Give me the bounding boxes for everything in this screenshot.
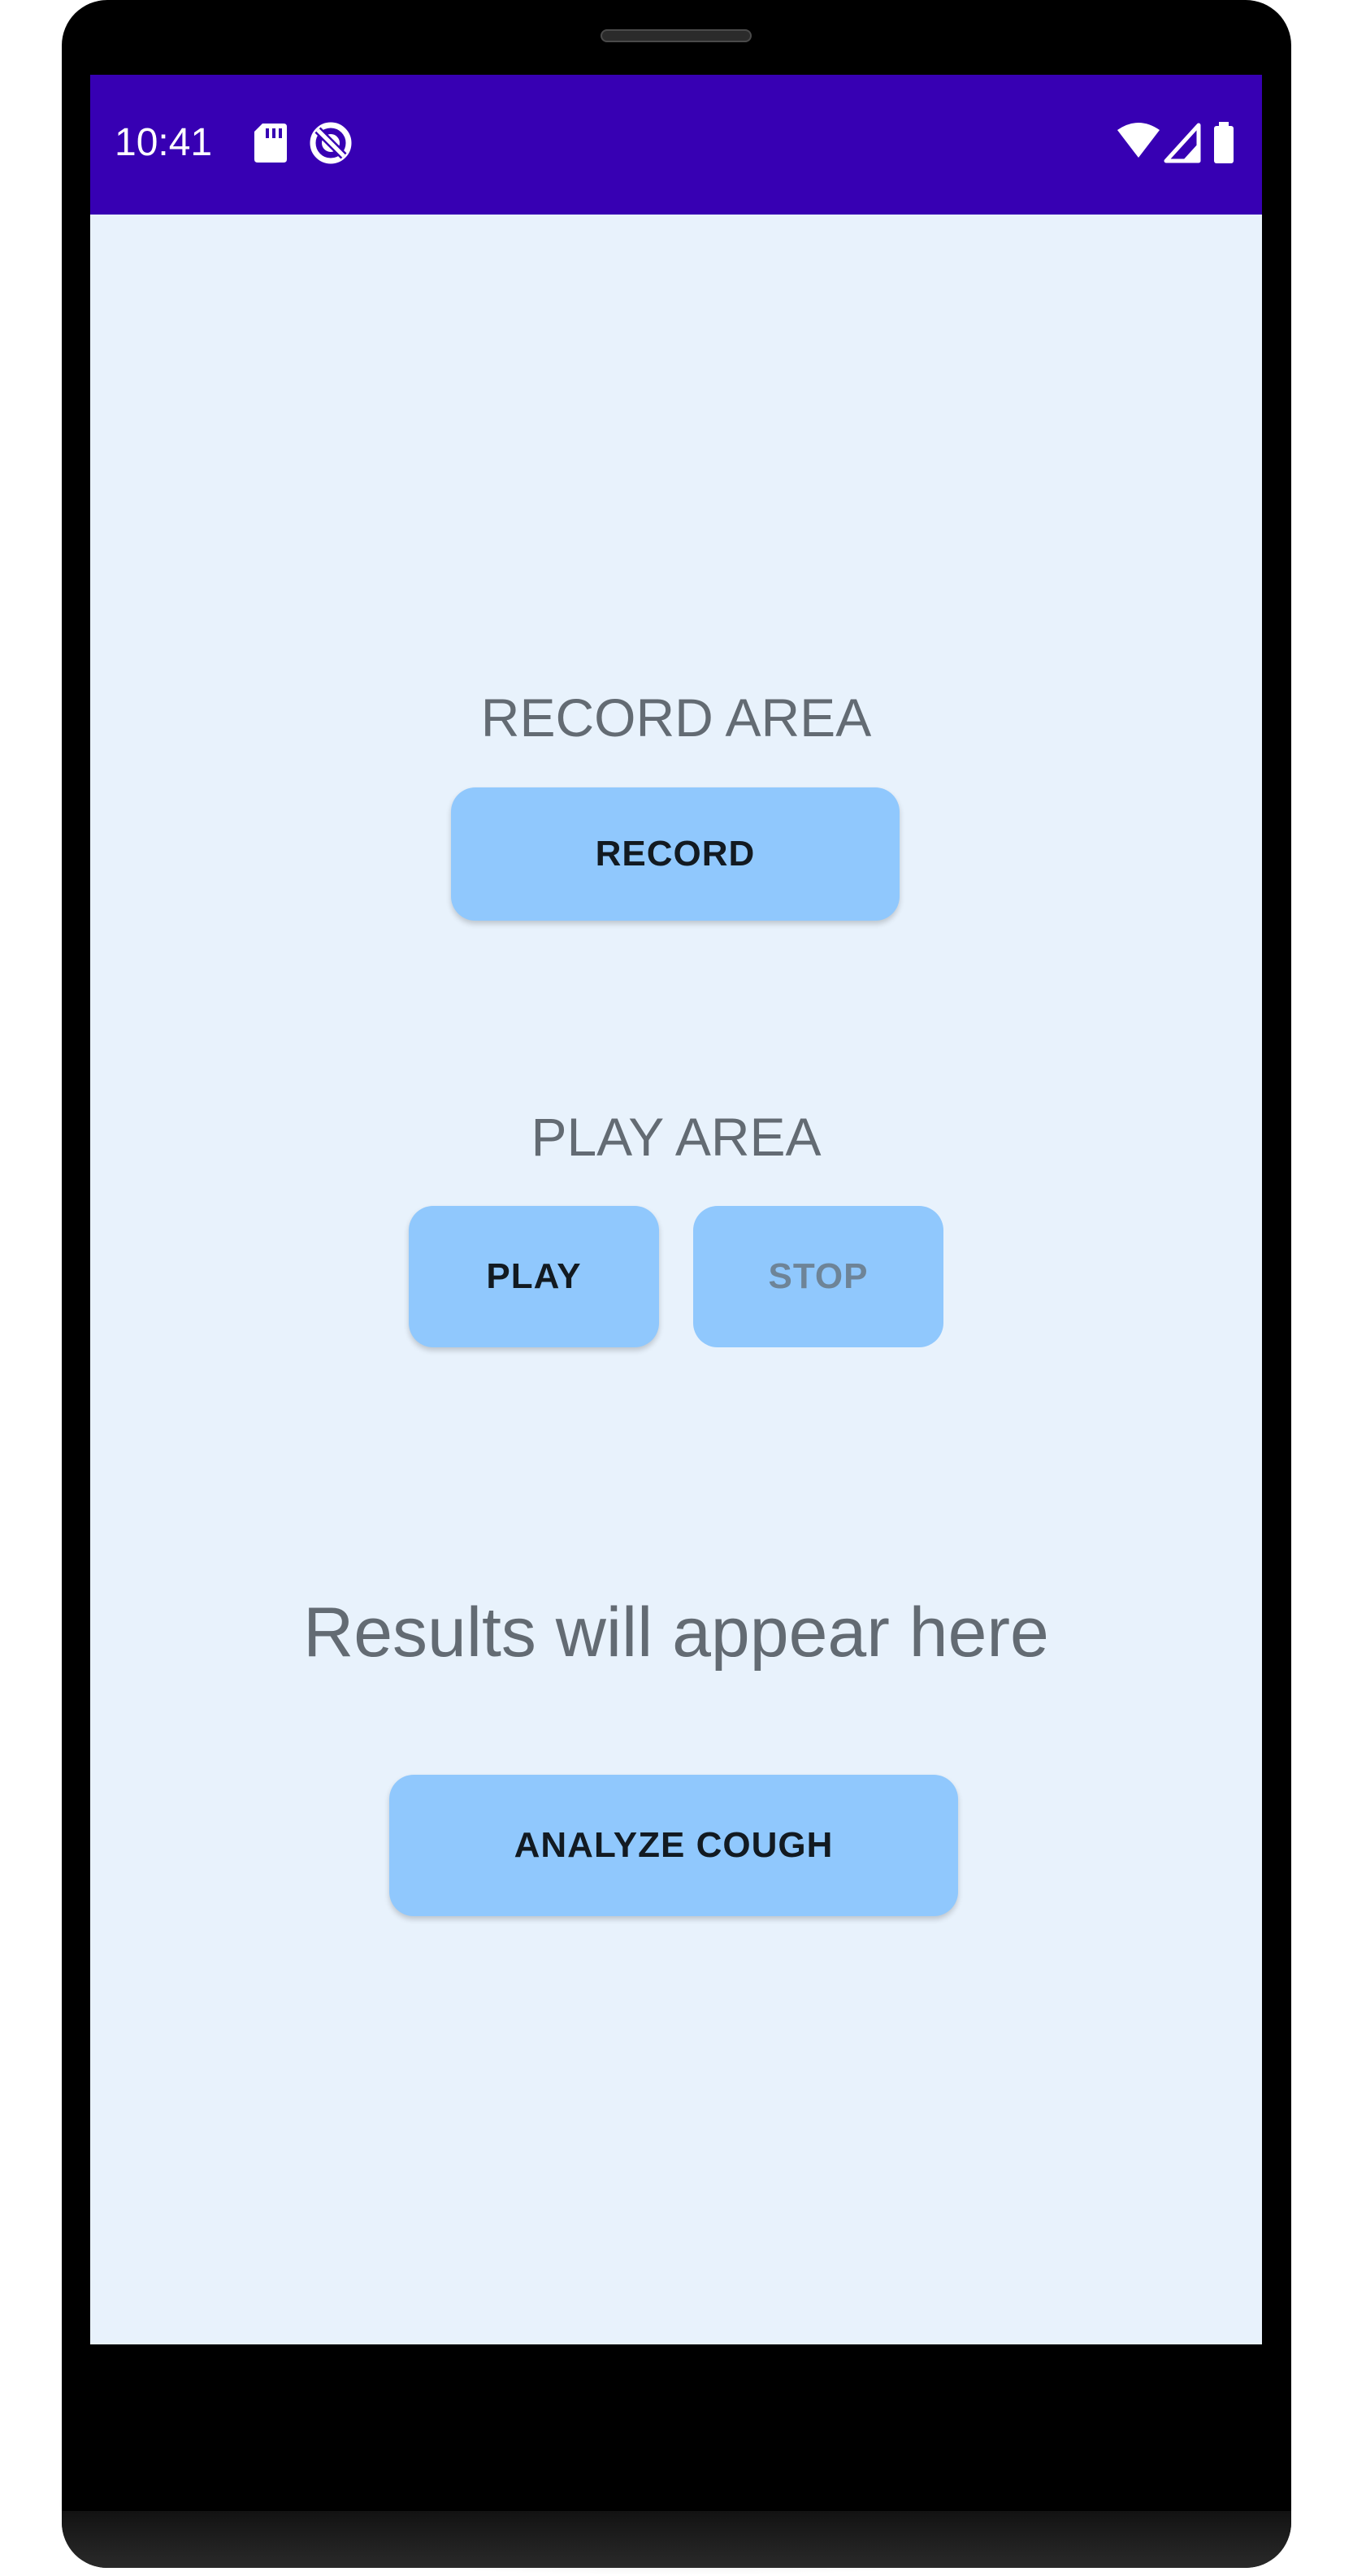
sd-card-icon xyxy=(254,124,287,163)
record-area-label: RECORD AREA xyxy=(480,687,872,748)
phone-screen: 10:41 RECORD AREA RECORD PLAY AREA PLAY … xyxy=(90,75,1262,2344)
stop-button[interactable]: STOP xyxy=(693,1206,943,1347)
play-area-label: PLAY AREA xyxy=(531,1107,822,1167)
wifi-icon xyxy=(1117,123,1160,158)
play-button[interactable]: PLAY xyxy=(409,1206,659,1347)
phone-bottom-edge xyxy=(62,2511,1291,2568)
battery-icon xyxy=(1214,122,1234,163)
app-content: RECORD AREA RECORD PLAY AREA PLAY STOP R… xyxy=(90,215,1262,2344)
results-text: Results will appear here xyxy=(303,1594,1049,1672)
data-saver-icon xyxy=(310,122,352,164)
earpiece-speaker xyxy=(601,29,752,42)
phone-frame: 10:41 RECORD AREA RECORD PLAY AREA PLAY … xyxy=(62,0,1291,2568)
record-button[interactable]: RECORD xyxy=(451,787,900,921)
status-time: 10:41 xyxy=(115,121,213,164)
analyze-cough-button[interactable]: ANALYZE COUGH xyxy=(389,1775,958,1916)
status-bar: 10:41 xyxy=(90,75,1262,215)
signal-icon xyxy=(1164,123,1201,163)
